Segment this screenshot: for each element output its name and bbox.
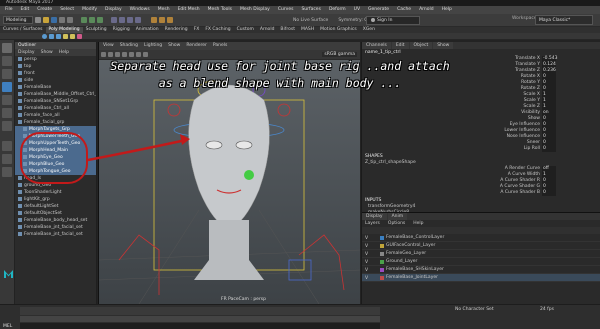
caption-line-1: Separate head use for joint base rig ..a… bbox=[110, 59, 450, 73]
caption-line-2: as a blend shape with main body ... bbox=[158, 76, 402, 90]
highlight-arrow bbox=[87, 134, 190, 162]
tutorial-caption: Separate head use for joint base rig ..a… bbox=[60, 58, 500, 92]
